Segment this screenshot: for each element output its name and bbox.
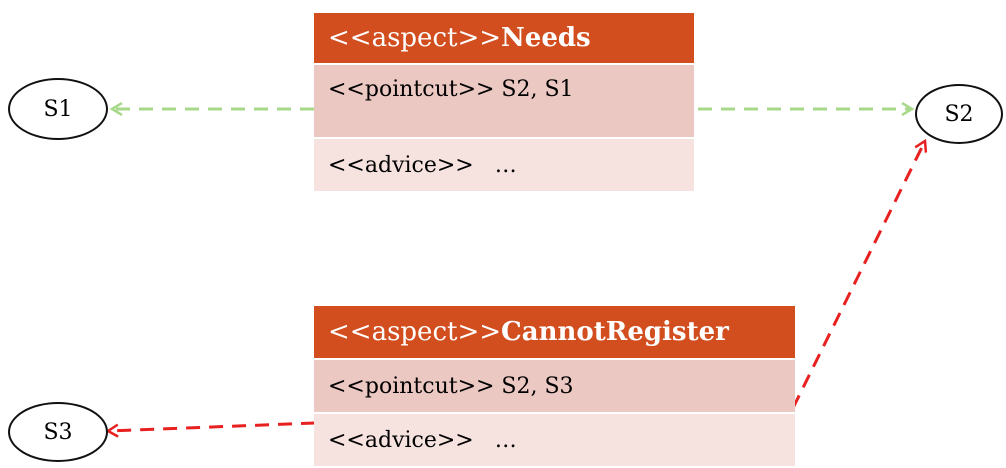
state-s1-label: S1 (43, 96, 73, 122)
aspect-cannotregister: <<aspect>> CannotRegister <<pointcut>> S… (314, 306, 795, 466)
aspect-cannotregister-stereotype: <<aspect>> (328, 317, 502, 347)
aspect-needs: <<aspect>> Needs <<pointcut>> S2, S1 <<a… (314, 13, 694, 191)
state-s2-label: S2 (944, 101, 974, 127)
state-s1: S1 (8, 78, 108, 140)
aspect-needs-advice: <<advice>> … (328, 152, 517, 178)
aspect-needs-pointcut-row: <<pointcut>> S2, S1 (314, 65, 694, 137)
aspect-cannotregister-header: <<aspect>> CannotRegister (314, 306, 795, 358)
aspect-cannotregister-pointcut-row: <<pointcut>> S2, S3 (314, 360, 795, 412)
state-s2: S2 (915, 84, 1003, 144)
aspect-cannotregister-name: CannotRegister (501, 317, 729, 347)
aspect-needs-header: <<aspect>> Needs (314, 13, 694, 63)
cannotregister-to-s3-arrow (108, 421, 316, 431)
aspect-cannotregister-advice-row: <<advice>> … (314, 414, 795, 466)
cannotregister-to-s2-arrow (791, 141, 925, 409)
aspect-needs-stereotype: <<aspect>> (328, 23, 502, 53)
state-s3-label: S3 (43, 419, 73, 445)
state-s3: S3 (8, 402, 108, 462)
aspect-needs-pointcut: <<pointcut>> S2, S1 (328, 77, 574, 102)
aspect-cannotregister-advice: <<advice>> … (328, 427, 517, 453)
aspect-cannotregister-pointcut: <<pointcut>> S2, S3 (328, 373, 574, 399)
aspect-needs-name: Needs (501, 23, 591, 53)
aspect-diagram: S1 S2 S3 <<aspect>> Needs <<pointcut>> S… (0, 0, 1006, 468)
aspect-needs-advice-row: <<advice>> … (314, 139, 694, 191)
